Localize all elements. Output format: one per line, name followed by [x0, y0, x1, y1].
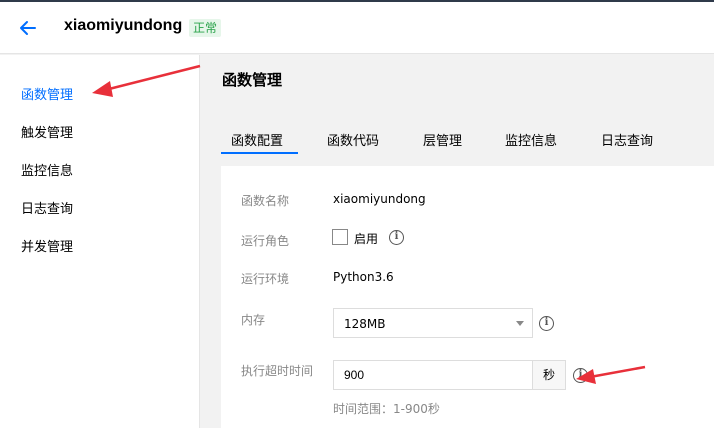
- function-name-title: xiaomiyundong: [64, 17, 183, 34]
- sidebar-item-monitoring[interactable]: 监控信息: [21, 160, 73, 179]
- sidebar: 函数管理 触发管理 监控信息 日志查询 并发管理: [0, 55, 200, 428]
- run-role-checkbox-label[interactable]: 启用: [354, 230, 378, 247]
- timeout-range-hint: 时间范围：1-900秒: [333, 402, 440, 416]
- run-role-checkbox[interactable]: [332, 229, 348, 245]
- memory-select[interactable]: 128MB: [333, 308, 533, 338]
- timeout-input[interactable]: [333, 360, 533, 390]
- memory-select-value: 128MB: [344, 317, 386, 331]
- info-icon[interactable]: i: [389, 230, 404, 245]
- sidebar-item-log-query[interactable]: 日志查询: [21, 198, 73, 217]
- tab-bar: 函数配置 函数代码 层管理 监控信息 日志查询: [221, 127, 714, 155]
- sidebar-item-function-management[interactable]: 函数管理: [21, 84, 73, 103]
- sidebar-item-concurrency[interactable]: 并发管理: [21, 236, 73, 255]
- tab-function-config[interactable]: 函数配置: [231, 130, 283, 149]
- run-role-label: 运行角色: [241, 234, 290, 248]
- timeout-unit: 秒: [532, 360, 566, 390]
- chevron-down-icon: [516, 321, 524, 326]
- tab-layer-management[interactable]: 层管理: [423, 130, 462, 149]
- timeout-label: 执行超时时间: [241, 364, 314, 378]
- active-tab-indicator: [221, 152, 298, 154]
- tab-function-code[interactable]: 函数代码: [327, 130, 379, 149]
- info-icon[interactable]: i: [539, 316, 554, 331]
- function-name-value: xiaomiyundong: [333, 192, 426, 206]
- runtime-label: 运行环境: [241, 272, 290, 286]
- function-name-label: 函数名称: [241, 194, 290, 208]
- memory-label: 内存: [241, 313, 266, 327]
- status-badge: 正常: [189, 19, 222, 37]
- runtime-value: Python3.6: [333, 270, 394, 284]
- sidebar-item-trigger-management[interactable]: 触发管理: [21, 122, 73, 141]
- info-icon[interactable]: i: [573, 368, 588, 383]
- page-title: 函数管理: [222, 71, 283, 89]
- page-header: xiaomiyundong 正常: [0, 2, 714, 54]
- config-panel: 函数名称 xiaomiyundong 运行角色 启用 i 运行环境 Python…: [221, 166, 714, 428]
- back-arrow-icon[interactable]: [18, 18, 38, 38]
- tab-log-query[interactable]: 日志查询: [601, 130, 653, 149]
- tab-monitoring[interactable]: 监控信息: [505, 130, 557, 149]
